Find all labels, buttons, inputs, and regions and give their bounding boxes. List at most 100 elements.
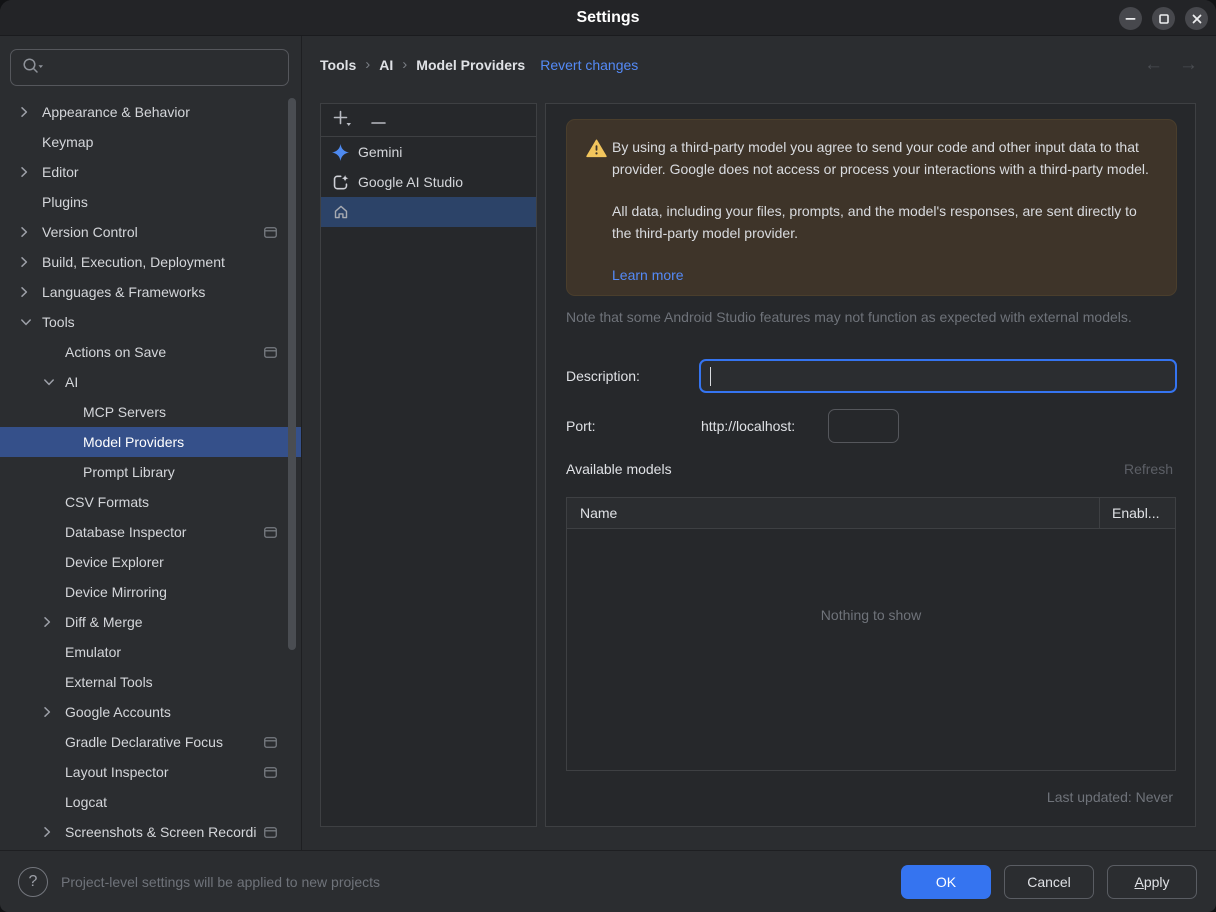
- provider-list-panel: Gemini Google AI Studio: [320, 103, 537, 827]
- forward-arrow-icon[interactable]: →: [1179, 54, 1198, 76]
- sidebar-tree-item[interactable]: Appearance & Behavior: [0, 97, 301, 127]
- chevron-icon[interactable]: [43, 706, 65, 718]
- chevron-icon[interactable]: [20, 286, 42, 298]
- sidebar-tree-item[interactable]: Version Control: [0, 217, 301, 247]
- ok-button[interactable]: OK: [901, 864, 991, 899]
- settings-badge-icon: [264, 736, 277, 748]
- sidebar-tree-item[interactable]: Emulator: [0, 637, 301, 667]
- description-label: Description:: [566, 368, 640, 384]
- chevron-icon[interactable]: [20, 256, 42, 268]
- add-provider-button[interactable]: [333, 110, 353, 130]
- sidebar-tree-item[interactable]: Screenshots & Screen Recordi: [0, 817, 301, 847]
- minimize-icon: [1125, 11, 1136, 27]
- back-arrow-icon[interactable]: ←: [1144, 54, 1163, 76]
- sidebar-tree-item[interactable]: Plugins: [0, 187, 301, 217]
- sidebar-tree-item[interactable]: Gradle Declarative Focus: [0, 727, 301, 757]
- models-table: Name Enabl... Nothing to show: [566, 497, 1176, 771]
- ai-studio-icon: [332, 174, 349, 191]
- sidebar-tree-item[interactable]: Database Inspector: [0, 517, 301, 547]
- settings-tree: Appearance & Behavior Keymap Editor Plug…: [0, 97, 301, 847]
- model-provider-form-panel: By using a third-party model you agree t…: [545, 103, 1196, 827]
- cancel-button[interactable]: Cancel: [1004, 864, 1094, 899]
- chevron-icon[interactable]: [20, 318, 42, 326]
- sidebar-tree-item[interactable]: MCP Servers: [0, 397, 301, 427]
- chevron-icon[interactable]: [43, 616, 65, 628]
- warning-icon: [586, 139, 607, 165]
- provider-list-toolbar: [321, 104, 536, 137]
- sidebar-tree-item[interactable]: Diff & Merge: [0, 607, 301, 637]
- sidebar-tree-item[interactable]: External Tools: [0, 667, 301, 697]
- remove-provider-button[interactable]: [371, 112, 386, 128]
- revert-changes-link[interactable]: Revert changes: [540, 57, 638, 73]
- sidebar-tree-item[interactable]: Device Mirroring: [0, 577, 301, 607]
- settings-badge-icon: [264, 526, 277, 538]
- home-icon: [332, 204, 349, 220]
- chevron-icon[interactable]: [43, 826, 65, 838]
- provider-list-item[interactable]: Google AI Studio: [321, 167, 536, 197]
- sidebar-tree-item[interactable]: Device Explorer: [0, 547, 301, 577]
- project-level-hint: Project-level settings will be applied t…: [61, 873, 381, 890]
- dialog-footer: ? Project-level settings will be applied…: [0, 850, 1216, 912]
- breadcrumb-ai[interactable]: AI: [379, 57, 393, 73]
- provider-list-item[interactable]: [321, 197, 536, 227]
- question-mark-icon: ?: [28, 872, 38, 890]
- sidebar-tree-item[interactable]: Build, Execution, Deployment: [0, 247, 301, 277]
- plus-icon: [333, 110, 353, 130]
- port-prefix: http://localhost:: [701, 418, 796, 434]
- help-button[interactable]: ?: [18, 866, 48, 897]
- description-input[interactable]: [699, 359, 1177, 393]
- chevron-icon[interactable]: [43, 378, 65, 386]
- sidebar-tree-item[interactable]: CSV Formats: [0, 487, 301, 517]
- warning-paragraph-1: By using a third-party model you agree t…: [612, 139, 1149, 177]
- column-header-name[interactable]: Name: [567, 498, 1100, 528]
- sidebar-tree-item[interactable]: Layout Inspector: [0, 757, 301, 787]
- breadcrumb-separator-icon: ›: [365, 56, 371, 73]
- minus-icon: [371, 112, 386, 128]
- sidebar-tree-item[interactable]: Languages & Frameworks: [0, 277, 301, 307]
- sidebar-tree-item[interactable]: Tools: [0, 307, 301, 337]
- maximize-button[interactable]: [1152, 7, 1175, 30]
- search-input[interactable]: [10, 49, 289, 86]
- warning-paragraph-2: All data, including your files, prompts,…: [612, 203, 1137, 241]
- sidebar-tree-item[interactable]: Editor: [0, 157, 301, 187]
- sidebar-scrollbar[interactable]: [288, 98, 296, 650]
- chevron-icon[interactable]: [20, 106, 42, 118]
- close-button[interactable]: [1185, 7, 1208, 30]
- learn-more-link[interactable]: Learn more: [612, 265, 684, 287]
- sidebar-tree-item[interactable]: Model Providers: [0, 427, 301, 457]
- search-icon: [21, 56, 45, 79]
- window-title: Settings: [576, 9, 640, 26]
- last-updated-label: Last updated: Never: [1046, 789, 1173, 805]
- apply-button[interactable]: Apply: [1107, 864, 1197, 899]
- models-table-header: Name Enabl...: [567, 498, 1175, 529]
- minimize-button[interactable]: [1119, 7, 1142, 30]
- column-header-enabled[interactable]: Enabl...: [1100, 498, 1175, 528]
- external-models-note: Note that some Android Studio features m…: [566, 309, 1132, 325]
- breadcrumb-tools[interactable]: Tools: [320, 57, 356, 73]
- provider-list: Gemini Google AI Studio: [321, 137, 536, 227]
- settings-badge-icon: [264, 826, 277, 838]
- settings-sidebar: Appearance & Behavior Keymap Editor Plug…: [0, 36, 302, 850]
- port-label: Port:: [566, 418, 596, 434]
- chevron-icon[interactable]: [20, 226, 42, 238]
- provider-list-item[interactable]: Gemini: [321, 137, 536, 167]
- breadcrumb-model-providers[interactable]: Model Providers: [416, 57, 525, 73]
- sidebar-tree-item[interactable]: AI: [0, 367, 301, 397]
- breadcrumb: Tools › AI › Model Providers Revert chan…: [320, 36, 638, 93]
- refresh-button[interactable]: Refresh: [1124, 461, 1173, 477]
- sidebar-tree-item[interactable]: Prompt Library: [0, 457, 301, 487]
- settings-window: Settings Appearance & Behavior Keymap Ed…: [0, 0, 1216, 912]
- maximize-icon: [1158, 11, 1169, 27]
- sidebar-tree-item[interactable]: Logcat: [0, 787, 301, 817]
- models-table-empty-state: Nothing to show: [820, 606, 922, 623]
- sidebar-tree-item[interactable]: Actions on Save: [0, 337, 301, 367]
- settings-badge-icon: [264, 226, 277, 238]
- gemini-icon: [332, 143, 349, 161]
- sidebar-tree-item[interactable]: Google Accounts: [0, 697, 301, 727]
- port-input[interactable]: [828, 409, 899, 443]
- sidebar-tree-item[interactable]: Keymap: [0, 127, 301, 157]
- third-party-warning-banner: By using a third-party model you agree t…: [566, 119, 1177, 296]
- titlebar: Settings: [0, 0, 1216, 36]
- breadcrumb-separator-icon: ›: [402, 56, 408, 73]
- chevron-icon[interactable]: [20, 166, 42, 178]
